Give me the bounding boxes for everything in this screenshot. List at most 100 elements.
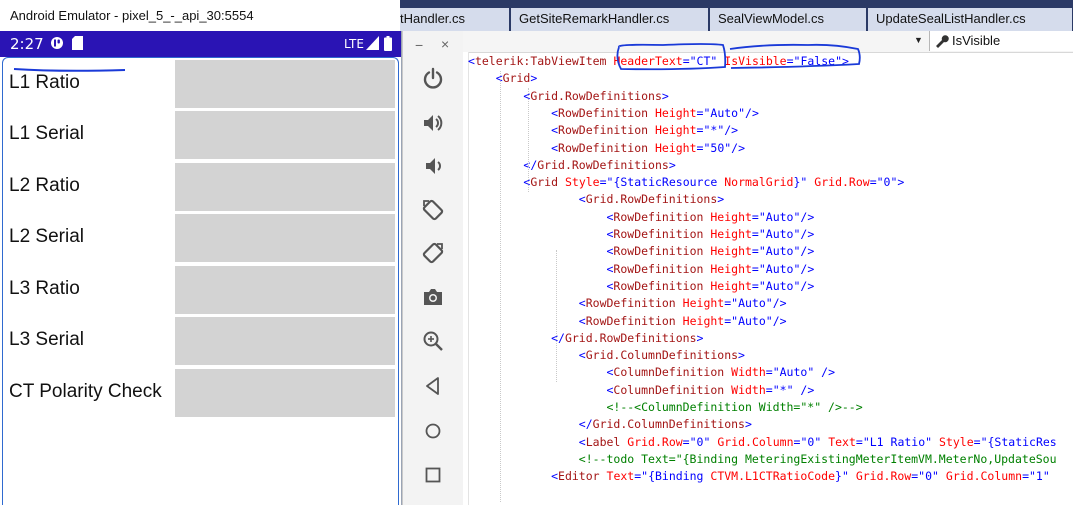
tab-thandler[interactable]: tHandler.cs	[400, 8, 510, 31]
volume-up-icon[interactable]	[421, 111, 445, 135]
sd-card-icon	[72, 36, 83, 50]
rotate-right-icon[interactable]	[421, 241, 445, 265]
code-token: <	[578, 192, 586, 207]
member-dropdown-label: IsVisible	[952, 33, 1001, 48]
code-token: "/>	[765, 296, 787, 311]
chevron-down-icon[interactable]: ▼	[914, 35, 923, 45]
code-token: RowDefinition	[613, 244, 704, 259]
overview-icon[interactable]	[421, 463, 445, 487]
row-label: L3 Serial	[9, 329, 84, 350]
code-token: CTVM.L1CTRatioCode	[710, 469, 836, 484]
zoom-icon[interactable]	[421, 329, 445, 353]
code-token: Grid.Column	[945, 469, 1023, 484]
code-token: Grid.Row	[627, 434, 683, 449]
code-token: Height	[654, 140, 697, 155]
camera-icon[interactable]	[421, 285, 445, 309]
code-token: ="	[751, 227, 766, 241]
tab-updateseallisthandler[interactable]: UpdateSealListHandler.cs	[868, 8, 1073, 31]
code-token: Auto	[765, 209, 794, 224]
code-line: <!--todo Text="{Binding MeteringExisting…	[468, 451, 1057, 468]
ink-underline-annotation	[13, 68, 126, 72]
code-token: L1 Ratio	[869, 434, 926, 449]
code-token: RowDefinition	[613, 278, 704, 293]
notification-app-icon	[51, 37, 63, 49]
code-token: Grid.Column	[717, 434, 794, 449]
l1-ratio-editor[interactable]	[175, 60, 395, 108]
code-token: </	[578, 417, 593, 432]
code-line: <RowDefinition Height="Auto"/>	[468, 209, 814, 226]
code-token: 0	[925, 469, 933, 484]
code-token: ="	[765, 365, 780, 380]
code-editor[interactable]: <telerik:TabViewItem HeaderText="CT" IsV…	[468, 52, 1073, 505]
code-token: Auto	[765, 244, 794, 259]
code-token: ="	[869, 175, 884, 190]
code-line: <RowDefinition Height="Auto"/>	[468, 261, 814, 278]
code-token: ="	[751, 244, 766, 259]
indent-guide	[556, 250, 557, 382]
code-token: "/>	[765, 313, 787, 328]
code-token: Label	[585, 434, 621, 449]
code-token: ="	[1022, 469, 1036, 484]
tab-getsiteremarkhandler[interactable]: GetSiteRemarkHandler.cs	[511, 8, 709, 31]
ct-polarity-check-editor[interactable]	[175, 369, 395, 417]
wrench-icon	[936, 35, 949, 48]
form-row: CT Polarity Check	[3, 367, 400, 418]
code-token: Height	[710, 209, 752, 224]
l1-serial-editor[interactable]	[175, 111, 395, 159]
emulator-titlebar[interactable]: Android Emulator - pixel_5_-_api_30:5554	[0, 0, 401, 31]
code-token: "/>	[717, 123, 739, 138]
code-line: <Grid.RowDefinitions>	[468, 88, 668, 105]
code-token: Style	[564, 175, 600, 190]
code-token: Height	[710, 244, 752, 259]
code-token: "	[1042, 469, 1050, 484]
code-token: RowDefinition	[585, 296, 676, 311]
l3-ratio-editor[interactable]	[175, 266, 395, 314]
code-token: <!--todo Text="{Binding MeteringExisting…	[578, 451, 1057, 466]
member-dropdown[interactable]: IsVisible	[929, 31, 1073, 51]
home-icon[interactable]	[421, 419, 445, 443]
form-row: L1 Serial	[3, 109, 400, 160]
rotate-left-icon[interactable]	[421, 198, 445, 222]
minimize-button[interactable]: −	[415, 37, 423, 53]
code-token: Height	[710, 261, 752, 276]
code-token: RowDefinition	[613, 261, 704, 276]
l3-serial-editor[interactable]	[175, 317, 395, 365]
code-token: "/>	[793, 227, 815, 241]
close-button[interactable]: ×	[441, 36, 449, 52]
form-row: L2 Serial	[3, 212, 400, 263]
code-token: ="	[696, 123, 711, 138]
power-icon[interactable]	[421, 67, 445, 91]
l2-ratio-editor[interactable]	[175, 163, 395, 211]
code-token: {StaticResource	[613, 175, 725, 190]
back-icon[interactable]	[421, 374, 445, 398]
code-token: Height	[710, 278, 752, 293]
code-token: Auto	[710, 105, 739, 120]
code-line: <Grid.RowDefinitions>	[468, 191, 724, 208]
code-line: <Grid.ColumnDefinitions>	[468, 347, 745, 364]
tab-sealviewmodel[interactable]: SealViewModel.cs	[710, 8, 867, 31]
code-token: Text	[606, 469, 635, 484]
l2-serial-editor[interactable]	[175, 214, 395, 262]
code-token: </	[523, 157, 538, 172]
code-token: "	[932, 469, 939, 484]
code-token: "/>	[724, 140, 746, 155]
volume-down-icon[interactable]	[421, 154, 445, 178]
code-token: "/>	[793, 209, 815, 224]
form-row: L3 Serial	[3, 315, 400, 366]
